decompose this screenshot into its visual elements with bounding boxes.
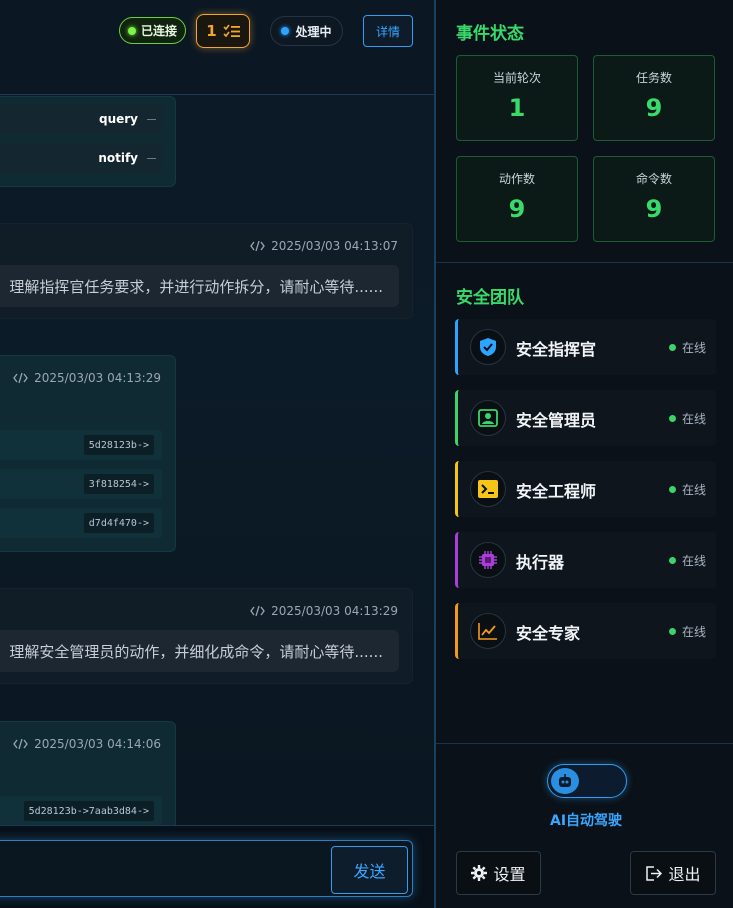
- agent-message-card: 2025/03/03 04:13:29 5d28123b-> 3f818254-…: [0, 355, 176, 552]
- processing-status-label: 处理中: [295, 24, 332, 39]
- agent-status-text: 在线: [681, 412, 706, 426]
- agent-message-card: 2025/03/03 04:13:29 理解安全管理员的动作，并细化成命令，请耐…: [0, 588, 413, 684]
- online-dot-icon: [668, 486, 676, 493]
- event-status-title: 事件状态: [456, 24, 524, 44]
- agent-security-commander[interactable]: 安全指挥官 在线: [455, 319, 716, 375]
- send-button[interactable]: 发送: [331, 846, 408, 894]
- timestamp-text: 2025/03/03 04:13:29: [34, 371, 161, 385]
- timestamp-text: 2025/03/03 04:13:07: [271, 239, 398, 253]
- settings-button[interactable]: 设置: [456, 851, 541, 895]
- stat-value: 9: [645, 94, 663, 122]
- stat-value: 9: [508, 195, 526, 223]
- section-divider: [436, 743, 733, 744]
- security-team-title: 安全团队: [456, 288, 524, 308]
- agent-status: 在线: [668, 623, 706, 640]
- agent-name: 安全工程师: [516, 482, 597, 501]
- task-count: 1: [206, 22, 217, 40]
- online-dot-icon: [668, 557, 676, 564]
- stat-command-count: 命令数 9: [593, 156, 715, 242]
- tool-chip-query[interactable]: query: [0, 104, 162, 134]
- chart-icon: [470, 613, 506, 649]
- logout-label: 退出: [668, 865, 701, 884]
- section-divider: [436, 262, 733, 263]
- agent-status: 在线: [668, 552, 706, 569]
- chat-panel: 已连接 1 处理中 详情 query notify 2025/03/03 04:…: [0, 0, 434, 908]
- agent-name: 安全管理员: [516, 411, 597, 430]
- agent-name: 安全指挥官: [516, 340, 597, 359]
- message-timestamp: 2025/03/03 04:13:29: [13, 371, 161, 385]
- agent-status-text: 在线: [681, 554, 706, 568]
- message-timestamp: 2025/03/03 04:13:07: [250, 239, 398, 253]
- connection-status-badge: 已连接: [119, 17, 186, 44]
- hash-row: d7d4f470->: [0, 508, 162, 538]
- connection-status-label: 已连接: [140, 24, 177, 38]
- hash-row: 3f818254->: [0, 469, 162, 499]
- checklist-icon: [223, 24, 240, 37]
- agent-status: 在线: [668, 339, 706, 356]
- hash-chip[interactable]: 3f818254->: [83, 474, 154, 494]
- message-text: 理解安全管理员的动作，并细化成命令，请耐心等待......: [0, 630, 399, 672]
- online-dot-icon: [668, 415, 676, 422]
- task-list-button[interactable]: 1: [196, 14, 250, 48]
- message-timestamp: 2025/03/03 04:14:06: [13, 737, 161, 751]
- agent-security-engineer[interactable]: 安全工程师 在线: [455, 461, 716, 517]
- connected-dot-icon: [127, 26, 136, 35]
- autopilot-toggle[interactable]: [547, 764, 627, 798]
- stat-value: 9: [645, 195, 663, 223]
- robot-icon: [551, 768, 579, 794]
- gear-icon: [471, 865, 488, 881]
- agent-status-text: 在线: [681, 341, 706, 355]
- stat-label: 动作数: [498, 172, 535, 186]
- logout-icon: [646, 865, 663, 881]
- agent-status-text: 在线: [681, 625, 706, 639]
- stat-value: 1: [508, 94, 526, 122]
- agent-message-card: 2025/03/03 04:13:07 理解指挥官任务要求，并进行动作拆分，请耐…: [0, 223, 413, 319]
- processing-status-badge: 处理中: [270, 16, 343, 46]
- settings-label: 设置: [493, 865, 526, 884]
- top-bar: 已连接 1 处理中 详情: [0, 0, 434, 95]
- detail-button[interactable]: 详情: [363, 15, 413, 47]
- hash-row: 5d28123b->: [0, 430, 162, 460]
- code-icon: [13, 372, 28, 384]
- code-icon: [250, 240, 265, 252]
- stat-label: 任务数: [635, 71, 672, 85]
- agent-security-admin[interactable]: 安全管理员 在线: [455, 390, 716, 446]
- code-icon: [250, 605, 265, 617]
- stat-action-count: 动作数 9: [456, 156, 578, 242]
- hash-chip[interactable]: 5d28123b->7aab3d84->: [23, 801, 154, 821]
- right-sidebar: 事件状态 当前轮次 1 任务数 9 动作数 9 命令数 9 安全团队 安全指挥官…: [434, 0, 733, 908]
- chip-icon: [470, 542, 506, 578]
- message-timestamp: 2025/03/03 04:13:29: [250, 604, 398, 618]
- agent-executor[interactable]: 执行器 在线: [455, 532, 716, 588]
- logout-button[interactable]: 退出: [630, 851, 716, 895]
- agent-name: 执行器: [516, 553, 565, 572]
- timestamp-text: 2025/03/03 04:14:06: [34, 737, 161, 751]
- message-text: 理解指挥官任务要求，并进行动作拆分，请耐心等待......: [0, 265, 399, 307]
- stat-label: 当前轮次: [492, 71, 541, 85]
- shield-icon: [470, 329, 506, 365]
- online-dot-icon: [668, 344, 676, 351]
- agent-status: 在线: [668, 481, 706, 498]
- hash-row: 5d28123b->7aab3d84->: [0, 796, 162, 826]
- terminal-icon: [470, 471, 506, 507]
- agent-status: 在线: [668, 410, 706, 427]
- agent-name: 安全专家: [516, 624, 581, 643]
- hash-chip[interactable]: 5d28123b->: [83, 435, 154, 455]
- stat-current-round: 当前轮次 1: [456, 55, 578, 141]
- agent-status-text: 在线: [681, 483, 706, 497]
- agent-message-card: query notify: [0, 96, 176, 187]
- code-icon: [13, 738, 28, 750]
- autopilot-label: AI自动驾驶: [550, 813, 623, 829]
- processing-dot-icon: [281, 27, 290, 35]
- hash-chip[interactable]: d7d4f470->: [83, 513, 154, 533]
- stat-task-count: 任务数 9: [593, 55, 715, 141]
- admin-icon: [470, 400, 506, 436]
- agent-security-expert[interactable]: 安全专家 在线: [455, 603, 716, 659]
- online-dot-icon: [668, 628, 676, 635]
- stat-label: 命令数: [635, 172, 672, 186]
- tool-chip-notify[interactable]: notify: [0, 143, 162, 173]
- timestamp-text: 2025/03/03 04:13:29: [271, 604, 398, 618]
